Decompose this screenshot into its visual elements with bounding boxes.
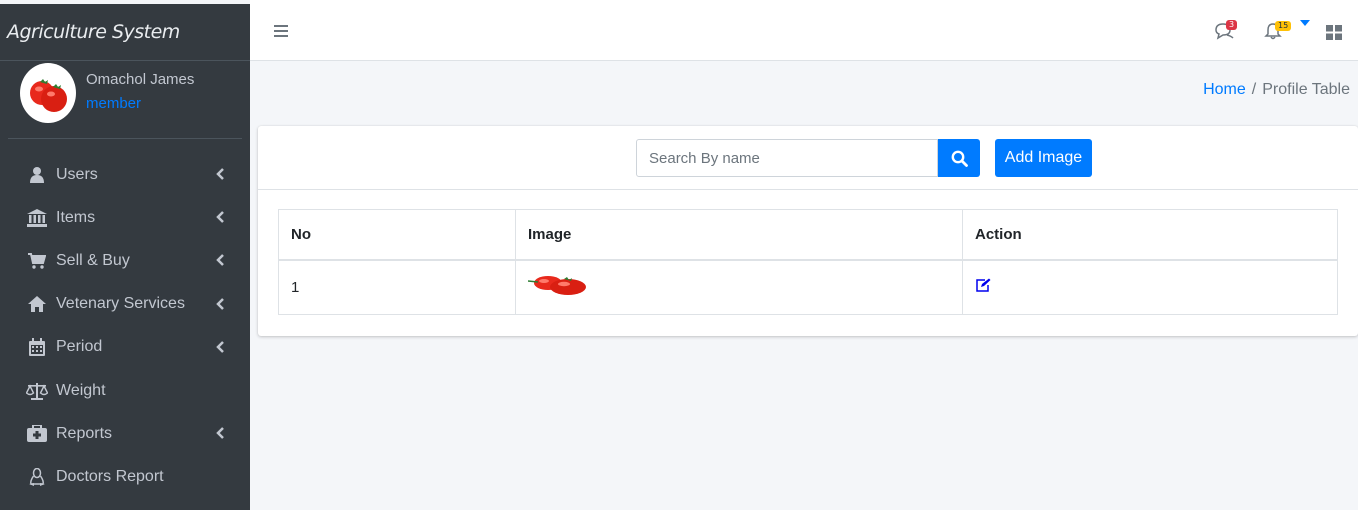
search-icon bbox=[951, 150, 968, 167]
sidebar-item-label: Reports bbox=[56, 424, 113, 442]
bank-icon bbox=[26, 208, 48, 227]
sidebar-item-reports[interactable]: Reports bbox=[0, 412, 250, 455]
top-navbar: 3 15 bbox=[250, 4, 1358, 61]
sidebar-item-weight[interactable]: Weight bbox=[0, 369, 250, 412]
column-header-action: Action bbox=[962, 209, 1338, 261]
sidebar-item-sell-buy[interactable]: Sell & Buy bbox=[0, 239, 250, 282]
notifications-badge: 15 bbox=[1275, 21, 1292, 31]
profile-table: No Image Action 1 bbox=[278, 209, 1338, 315]
search-button[interactable] bbox=[938, 139, 980, 177]
chevron-left-icon bbox=[216, 297, 224, 310]
user-name[interactable]: Omachol James bbox=[86, 71, 194, 88]
sidebar-nav: Users Items Sell & Buy Vetenary Services bbox=[0, 153, 250, 499]
user-panel: Omachol James member bbox=[8, 61, 242, 139]
sidebar: Agriculture System Omachol James member … bbox=[0, 4, 250, 510]
sidebar-item-label: Weight bbox=[56, 381, 106, 399]
search-input[interactable] bbox=[636, 139, 938, 177]
tomato-image[interactable] bbox=[527, 273, 588, 297]
menu-toggle-icon[interactable] bbox=[274, 24, 288, 38]
notifications-button[interactable]: 15 bbox=[1264, 21, 1292, 42]
sidebar-item-period[interactable]: Period bbox=[0, 326, 250, 369]
grid-apps-icon[interactable] bbox=[1326, 25, 1342, 40]
profile-table-card: Add Image No Image Action 1 bbox=[258, 126, 1358, 336]
sidebar-item-label: Period bbox=[56, 338, 103, 356]
messages-button[interactable]: 3 bbox=[1214, 20, 1238, 42]
edit-icon[interactable] bbox=[975, 278, 991, 297]
calendar-icon bbox=[26, 338, 48, 357]
sidebar-item-label: Vetenary Services bbox=[56, 295, 185, 313]
cart-icon bbox=[26, 252, 48, 270]
table-row: 1 bbox=[278, 259, 1338, 315]
avatar[interactable] bbox=[20, 63, 76, 123]
breadcrumb: Home / Profile Table bbox=[1203, 81, 1350, 99]
cell-image bbox=[515, 259, 963, 315]
brand-title[interactable]: Agriculture System bbox=[0, 4, 250, 61]
chevron-left-icon bbox=[216, 427, 224, 440]
chevron-left-icon bbox=[216, 211, 224, 224]
breadcrumb-home-link[interactable]: Home bbox=[1203, 81, 1246, 98]
home-icon bbox=[26, 295, 48, 313]
sidebar-item-doctors-report[interactable]: Doctors Report bbox=[0, 455, 250, 498]
add-image-button[interactable]: Add Image bbox=[995, 139, 1092, 177]
sidebar-item-label: Items bbox=[56, 208, 96, 226]
medkit-icon bbox=[26, 425, 48, 443]
balance-scale-icon bbox=[26, 382, 48, 400]
chevron-left-icon bbox=[216, 254, 224, 267]
chevron-left-icon bbox=[216, 340, 224, 353]
sidebar-item-items[interactable]: Items bbox=[0, 196, 250, 239]
sidebar-item-label: Sell & Buy bbox=[56, 251, 130, 269]
card-header: Add Image bbox=[258, 126, 1358, 190]
sidebar-item-label: Users bbox=[56, 165, 98, 183]
chevron-left-icon bbox=[216, 168, 224, 180]
breadcrumb-current: Profile Table bbox=[1262, 81, 1350, 98]
user-icon bbox=[26, 166, 48, 184]
breadcrumb-separator: / bbox=[1251, 81, 1257, 98]
sidebar-item-vetenary-services[interactable]: Vetenary Services bbox=[0, 283, 250, 326]
table-header-row: No Image Action bbox=[278, 209, 1338, 261]
user-role[interactable]: member bbox=[86, 95, 141, 112]
caret-down-icon[interactable] bbox=[1300, 20, 1310, 26]
cell-action bbox=[962, 259, 1338, 315]
messages-badge: 3 bbox=[1226, 20, 1238, 30]
tomato-avatar-image bbox=[30, 79, 67, 112]
column-header-image: Image bbox=[515, 209, 963, 261]
sidebar-item-label: Doctors Report bbox=[56, 467, 164, 485]
cell-no: 1 bbox=[278, 259, 516, 315]
linux-icon bbox=[26, 467, 48, 486]
sidebar-item-users[interactable]: Users bbox=[0, 153, 250, 196]
column-header-no: No bbox=[278, 209, 516, 261]
